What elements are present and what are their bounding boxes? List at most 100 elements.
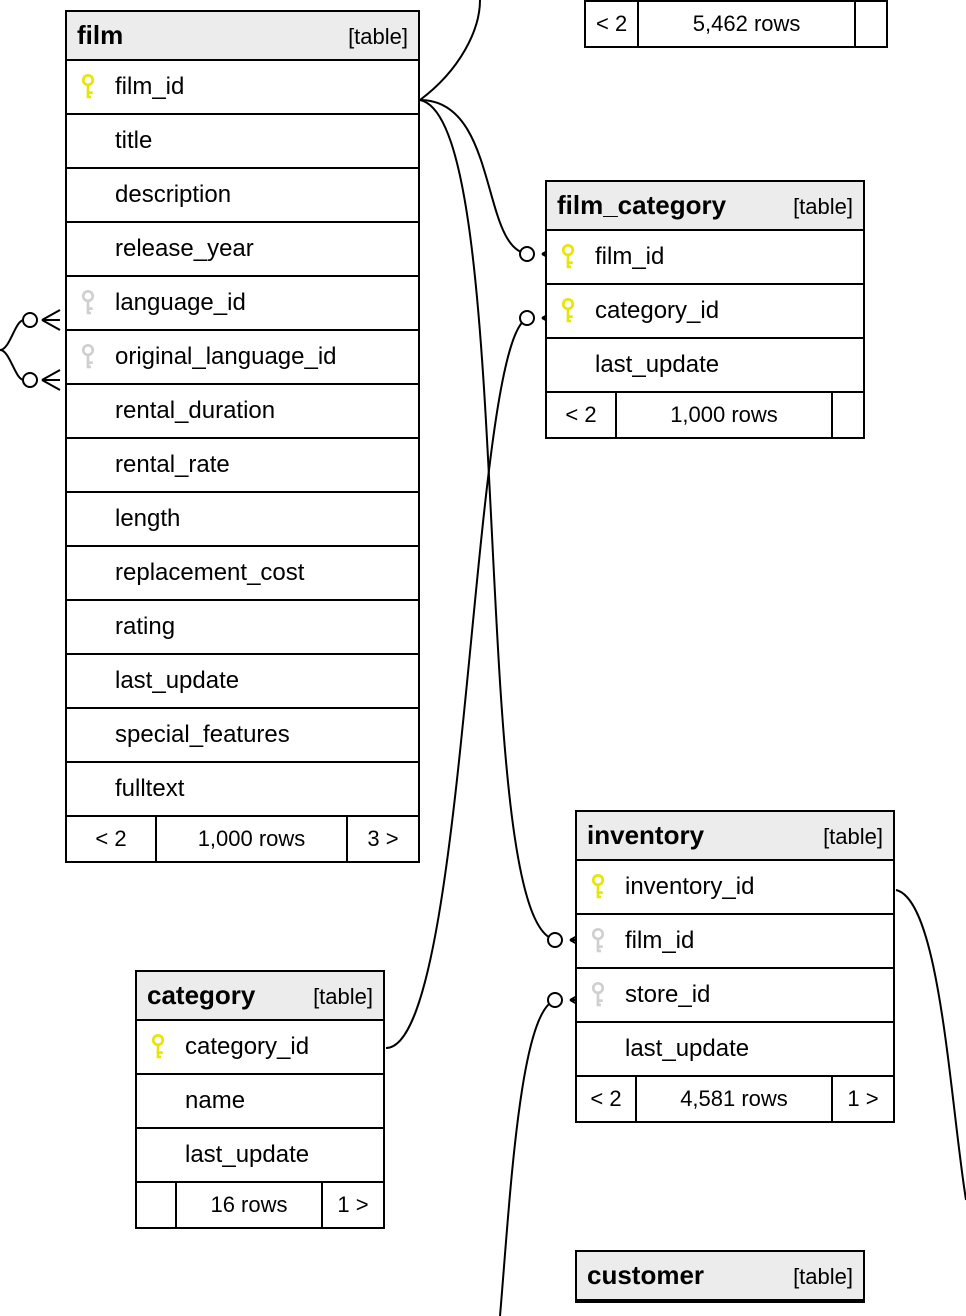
table-fragment-top: < 2 5,462 rows [584, 0, 888, 48]
column-name: category_id [179, 1033, 309, 1061]
table-film: film [table] film_idtitle description rele… [65, 10, 420, 863]
column-name: title [109, 127, 152, 155]
table-kind: [table] [823, 824, 883, 850]
footer-rows: 4,581 rows [637, 1077, 833, 1121]
footer-left[interactable]: < 2 [547, 393, 617, 437]
table-kind: [table] [793, 194, 853, 220]
column-row: length [67, 493, 418, 547]
column-name: special_features [109, 721, 290, 749]
key-slot [67, 344, 109, 370]
column-name: rating [109, 613, 175, 641]
key-icon [79, 344, 97, 370]
footer-left: < 2 [586, 2, 639, 46]
column-row: film_id [547, 231, 863, 285]
column-name: film_id [109, 73, 184, 101]
key-slot [577, 874, 619, 900]
key-slot [577, 928, 619, 954]
column-name: category_id [589, 297, 719, 325]
column-name: last_update [619, 1035, 749, 1063]
column-row: last_update [577, 1023, 893, 1077]
key-icon [559, 298, 577, 324]
column-row: store_id [577, 969, 893, 1023]
footer-rows: 5,462 rows [639, 2, 856, 46]
footer-right[interactable]: 1 > [833, 1077, 893, 1121]
table-category: category [table] category_idname last_upd… [135, 970, 385, 1229]
column-name: last_update [589, 351, 719, 379]
column-row: rental_duration [67, 385, 418, 439]
column-row: original_language_id [67, 331, 418, 385]
column-row: name [137, 1075, 383, 1129]
column-row: last_update [547, 339, 863, 393]
table-name: customer [587, 1260, 704, 1291]
table-header: inventory [table] [577, 812, 893, 861]
column-name: last_update [179, 1141, 309, 1169]
column-name: original_language_id [109, 343, 337, 371]
column-name: rental_duration [109, 397, 275, 425]
column-name: description [109, 181, 231, 209]
table-header: category [table] [137, 972, 383, 1021]
column-name: film_id [619, 927, 694, 955]
table-inventory: inventory [table] inventory_id film_id s… [575, 810, 895, 1123]
column-row: rental_rate [67, 439, 418, 493]
footer-right[interactable]: 3 > [348, 817, 418, 861]
key-icon [559, 244, 577, 270]
column-name: fulltext [109, 775, 184, 803]
table-header: film [table] [67, 12, 418, 61]
table-name: category [147, 980, 255, 1011]
column-row: inventory_id [577, 861, 893, 915]
footer-right [856, 2, 886, 46]
key-slot [67, 74, 109, 100]
footer-left[interactable]: < 2 [67, 817, 157, 861]
key-slot [577, 982, 619, 1008]
footer-right[interactable]: 1 > [323, 1183, 383, 1227]
key-slot [137, 1034, 179, 1060]
column-name: release_year [109, 235, 254, 263]
column-name: rental_rate [109, 451, 230, 479]
column-row: category_id [547, 285, 863, 339]
column-row: release_year [67, 223, 418, 277]
footer-rows: 1,000 rows [617, 393, 833, 437]
table-kind: [table] [793, 1264, 853, 1290]
key-icon [589, 874, 607, 900]
column-row: category_id [137, 1021, 383, 1075]
footer-rows: 16 rows [177, 1183, 323, 1227]
table-customer: customer [table] [575, 1250, 865, 1303]
table-kind: [table] [313, 984, 373, 1010]
column-name: replacement_cost [109, 559, 304, 587]
table-name: film_category [557, 190, 726, 221]
table-name: inventory [587, 820, 704, 851]
key-slot [67, 290, 109, 316]
footer-rows: 1,000 rows [157, 817, 348, 861]
column-row: title [67, 115, 418, 169]
table-film-category: film_category [table] film_id category_i… [545, 180, 865, 439]
column-row: replacement_cost [67, 547, 418, 601]
column-row: fulltext [67, 763, 418, 817]
column-row: special_features [67, 709, 418, 763]
table-kind: [table] [348, 24, 408, 50]
column-row: film_id [577, 915, 893, 969]
column-name: last_update [109, 667, 239, 695]
column-row: description [67, 169, 418, 223]
column-name: film_id [589, 243, 664, 271]
column-list: inventory_id film_id store_id last_update [577, 861, 893, 1077]
column-list: category_idname last_update [137, 1021, 383, 1183]
key-slot [547, 298, 589, 324]
key-icon [149, 1034, 167, 1060]
table-name: film [77, 20, 123, 51]
column-list: film_id category_id last_update [547, 231, 863, 393]
key-icon [79, 74, 97, 100]
footer-right [833, 393, 863, 437]
table-header: film_category [table] [547, 182, 863, 231]
column-name: length [109, 505, 180, 533]
column-name: inventory_id [619, 873, 754, 901]
key-icon [589, 928, 607, 954]
table-header: customer [table] [577, 1252, 863, 1301]
column-row: rating [67, 601, 418, 655]
footer-left[interactable]: < 2 [577, 1077, 637, 1121]
column-row: last_update [137, 1129, 383, 1183]
footer-left [137, 1183, 177, 1227]
key-icon [589, 982, 607, 1008]
column-name: name [179, 1087, 245, 1115]
key-slot [547, 244, 589, 270]
column-list: film_idtitledescriptionrelease_year lang… [67, 61, 418, 817]
